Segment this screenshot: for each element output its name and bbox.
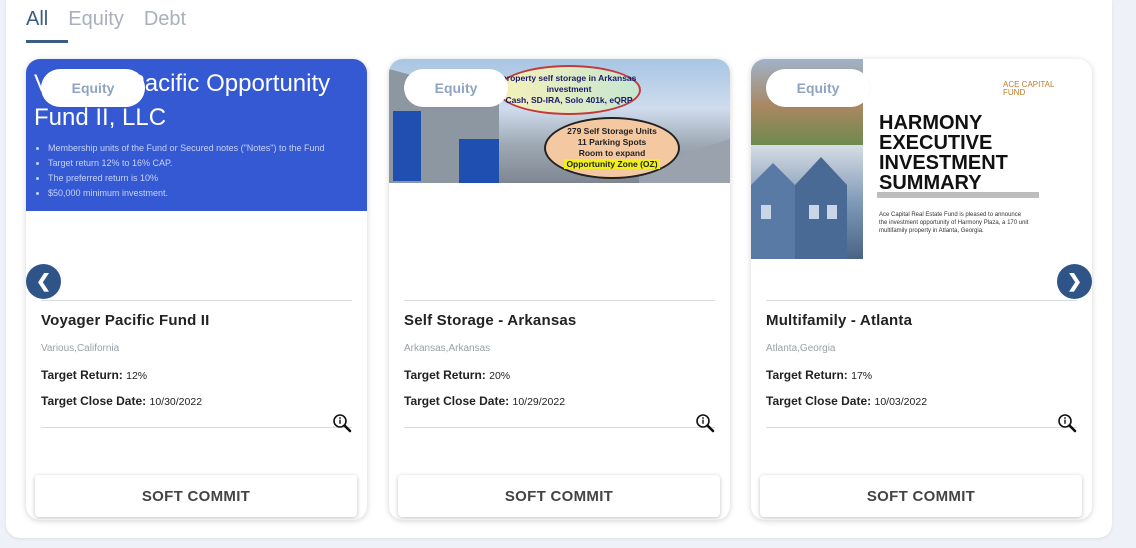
summary-blurb: Ace Capital Real Estate Fund is pleased … (879, 212, 1029, 234)
divider (766, 427, 1077, 428)
chevron-right-icon: ❯ (1066, 271, 1083, 291)
active-tab-indicator (26, 40, 68, 43)
close-date-value: 10/03/2022 (874, 396, 928, 408)
magnifier-icon[interactable] (332, 413, 352, 433)
tab-all[interactable]: All (26, 6, 48, 42)
close-date-value: 10/30/2022 (149, 396, 203, 408)
target-return-row: Target Return: 17% (766, 368, 872, 382)
divider (766, 300, 1077, 301)
divider (404, 300, 715, 301)
townhouse-graphic (751, 157, 847, 259)
magnifier-icon[interactable] (695, 413, 715, 433)
oval-text: Cash, SD-IRA, Solo 401k, eQRP (505, 95, 633, 105)
oval-text: Opportunity Zone (OZ) (564, 159, 660, 169)
oval-text: property self storage in Arkansas (501, 73, 637, 83)
summary-title-line: HARMONY (879, 112, 983, 134)
close-date-row: Target Close Date: 10/03/2022 (766, 394, 927, 408)
close-date-row: Target Close Date: 10/30/2022 (41, 394, 202, 408)
oval-text: investment (546, 84, 592, 94)
carousel-prev-button[interactable]: ❮ (26, 264, 61, 299)
soft-commit-button[interactable]: SOFT COMMIT (35, 475, 357, 517)
ace-capital-logo: ACE CAPITAL FUND (1003, 81, 1054, 97)
offering-card[interactable]: Voyager Pacific Opportunity Fund II, LLC… (26, 59, 367, 520)
target-return-label: Target Return: (404, 368, 486, 382)
banner-bullet: Membership units of the Fund or Secured … (48, 141, 325, 156)
soft-commit-button[interactable]: SOFT COMMIT (398, 475, 720, 517)
summary-title-line: SUMMARY (879, 172, 982, 194)
divider (41, 427, 352, 428)
summary-title-line: INVESTMENT (879, 152, 1008, 174)
offering-title[interactable]: Multifamily - Atlanta (766, 312, 912, 329)
target-return-value: 17% (851, 370, 873, 382)
banner-bullet: $50,000 minimum investment. (48, 186, 325, 201)
banner-bullet: The preferred return is 10% (48, 171, 325, 186)
offering-location: Atlanta,Georgia (766, 343, 836, 354)
offering-card[interactable]: property self storage in Arkansas invest… (389, 59, 730, 520)
storage-info-oval: property self storage in Arkansas invest… (497, 65, 641, 115)
target-return-label: Target Return: (41, 368, 123, 382)
oval-text: Room to expand (578, 148, 646, 158)
equity-badge: Equity (766, 69, 870, 107)
close-date-row: Target Close Date: 10/29/2022 (404, 394, 565, 408)
offering-card[interactable]: ACE CAPITAL FUND HARMONY EXECUTIVE INVES… (751, 59, 1092, 520)
offerings-panel: All Equity Debt Voyager Pacific Opportun… (6, 0, 1112, 538)
townhouse-photo (751, 145, 863, 259)
close-date-label: Target Close Date: (766, 394, 872, 408)
offering-title[interactable]: Voyager Pacific Fund II (41, 312, 210, 329)
tab-debt[interactable]: Debt (144, 6, 186, 42)
soft-commit-button[interactable]: SOFT COMMIT (760, 475, 1082, 517)
carousel-next-button[interactable]: ❯ (1057, 264, 1092, 299)
summary-rule (877, 192, 1039, 198)
chevron-left-icon: ❮ (35, 271, 52, 291)
divider (404, 427, 715, 428)
summary-title: HARMONY EXECUTIVE INVESTMENT SUMMARY (879, 113, 1008, 193)
target-return-label: Target Return: (766, 368, 848, 382)
offering-location: Arkansas,Arkansas (404, 343, 491, 354)
oval-text: 11 Parking Spots (577, 137, 647, 147)
close-date-label: Target Close Date: (41, 394, 147, 408)
logo-text: FUND (1003, 88, 1026, 97)
close-date-value: 10/29/2022 (512, 396, 566, 408)
magnifier-icon[interactable] (1057, 413, 1077, 433)
offering-location: Various,California (41, 343, 120, 354)
equity-badge: Equity (404, 69, 508, 107)
offering-title[interactable]: Self Storage - Arkansas (404, 312, 576, 329)
target-return-value: 20% (489, 370, 511, 382)
storage-units-oval: 279 Self Storage Units 11 Parking Spots … (544, 117, 680, 179)
summary-title-line: EXECUTIVE (879, 132, 993, 154)
target-return-row: Target Return: 12% (41, 368, 147, 382)
tab-equity[interactable]: Equity (68, 6, 124, 42)
close-date-label: Target Close Date: (404, 394, 510, 408)
equity-badge: Equity (41, 69, 145, 107)
banner-bullets: Membership units of the Fund or Secured … (36, 141, 325, 201)
divider (41, 300, 352, 301)
target-return-row: Target Return: 20% (404, 368, 510, 382)
filter-tabs: All Equity Debt (26, 6, 206, 42)
banner-bullet: Target return 12% to 16% CAP. (48, 156, 325, 171)
target-return-value: 12% (126, 370, 148, 382)
oval-text: 279 Self Storage Units (567, 126, 657, 136)
